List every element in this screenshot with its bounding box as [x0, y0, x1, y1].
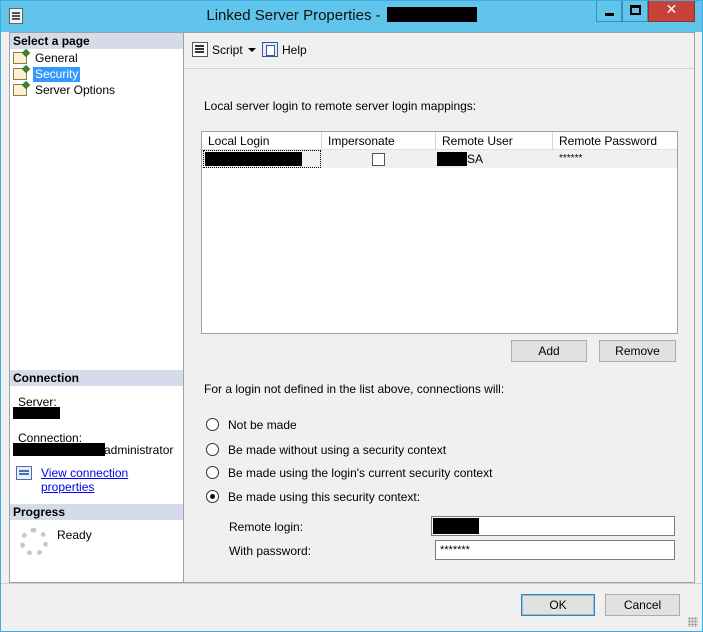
radio-button[interactable] [206, 418, 219, 431]
page-item-label: Server Options [35, 83, 116, 97]
not-defined-caption: For a login not defined in the list abov… [204, 382, 505, 396]
script-icon [192, 42, 208, 57]
close-icon: ✕ [665, 2, 678, 18]
table-row[interactable]: SA ****** [202, 150, 677, 168]
script-dropdown-arrow-icon[interactable] [248, 48, 256, 52]
remove-button[interactable]: Remove [599, 340, 676, 362]
impersonate-checkbox[interactable] [372, 153, 385, 166]
ok-button[interactable]: OK [521, 594, 595, 616]
progress-header: Progress [10, 504, 183, 520]
redacted-server-value [13, 407, 60, 419]
close-button[interactable]: ✕ [648, 1, 695, 22]
password-input[interactable]: ******* [435, 540, 675, 560]
page-item-label: General [35, 51, 78, 65]
login-mappings-grid[interactable]: Local Login Impersonate Remote User Remo… [201, 131, 678, 334]
progress-spinner-icon [20, 528, 48, 556]
column-header-local-login[interactable]: Local Login [202, 132, 322, 150]
help-button[interactable]: Help [262, 42, 307, 58]
radio-button[interactable] [206, 466, 219, 479]
radio-button-checked[interactable] [206, 490, 219, 503]
redacted-local-login [205, 152, 302, 166]
connection-header: Connection [10, 370, 183, 386]
right-pane: Script Help Local server login to remote… [184, 32, 695, 583]
minimize-button[interactable] [596, 1, 622, 22]
page-icon [13, 84, 27, 96]
resize-grip-icon[interactable] [688, 617, 698, 627]
radio-button[interactable] [206, 443, 219, 456]
toolbar: Script Help [184, 33, 694, 69]
page-icon [13, 68, 27, 80]
window-title-text: Linked Server Properties - [206, 7, 381, 24]
column-header-remote-password[interactable]: Remote Password [553, 132, 677, 150]
maximize-button[interactable] [622, 1, 648, 22]
script-label: Script [212, 43, 243, 57]
radio-label: Be made without using a security context [228, 443, 447, 457]
page-item-server-options[interactable]: Server Options [13, 83, 117, 98]
impersonate-cell[interactable] [322, 150, 436, 168]
remote-password-cell[interactable]: ****** [553, 150, 677, 168]
minimize-icon [605, 13, 614, 16]
password-label: With password: [229, 544, 312, 558]
column-header-remote-user[interactable]: Remote User [436, 132, 553, 150]
redacted-connection-user [13, 443, 105, 456]
page-item-label: Security [33, 67, 81, 82]
page-icon [13, 52, 27, 64]
radio-label: Not be made [228, 418, 297, 432]
remote-login-label: Remote login: [229, 520, 304, 534]
script-button[interactable]: Script [192, 42, 243, 58]
view-connection-properties-link[interactable]: View connection properties [41, 466, 183, 494]
remote-user-cell[interactable]: SA [461, 150, 521, 168]
connection-user-suffix: administrator [104, 443, 174, 457]
page-item-security[interactable]: Security [13, 67, 81, 82]
redacted-remote-login [433, 518, 479, 534]
page-item-general[interactable]: General [13, 51, 80, 66]
add-button[interactable]: Add [511, 340, 587, 362]
connection-properties-icon [16, 466, 32, 480]
column-header-impersonate[interactable]: Impersonate [322, 132, 436, 150]
maximize-icon [630, 5, 641, 15]
radio-label: Be made using the login's current securi… [228, 466, 493, 480]
dialog-footer: OK Cancel [1, 583, 702, 631]
title-bar[interactable]: Linked Server Properties - ✕ [1, 1, 702, 32]
help-label: Help [282, 43, 307, 57]
redacted-server-name [386, 7, 477, 22]
help-icon [262, 42, 278, 57]
progress-status: Ready [57, 528, 92, 542]
grid-header: Local Login Impersonate Remote User Remo… [202, 132, 677, 150]
select-page-header: Select a page [10, 33, 183, 49]
left-pane: Select a page General Security Server Op… [9, 32, 184, 583]
linked-server-properties-dialog: Linked Server Properties - ✕ Select a pa… [0, 0, 703, 632]
cancel-button[interactable]: Cancel [605, 594, 680, 616]
radio-label: Be made using this security context: [228, 490, 421, 504]
mappings-caption: Local server login to remote server logi… [204, 99, 477, 113]
